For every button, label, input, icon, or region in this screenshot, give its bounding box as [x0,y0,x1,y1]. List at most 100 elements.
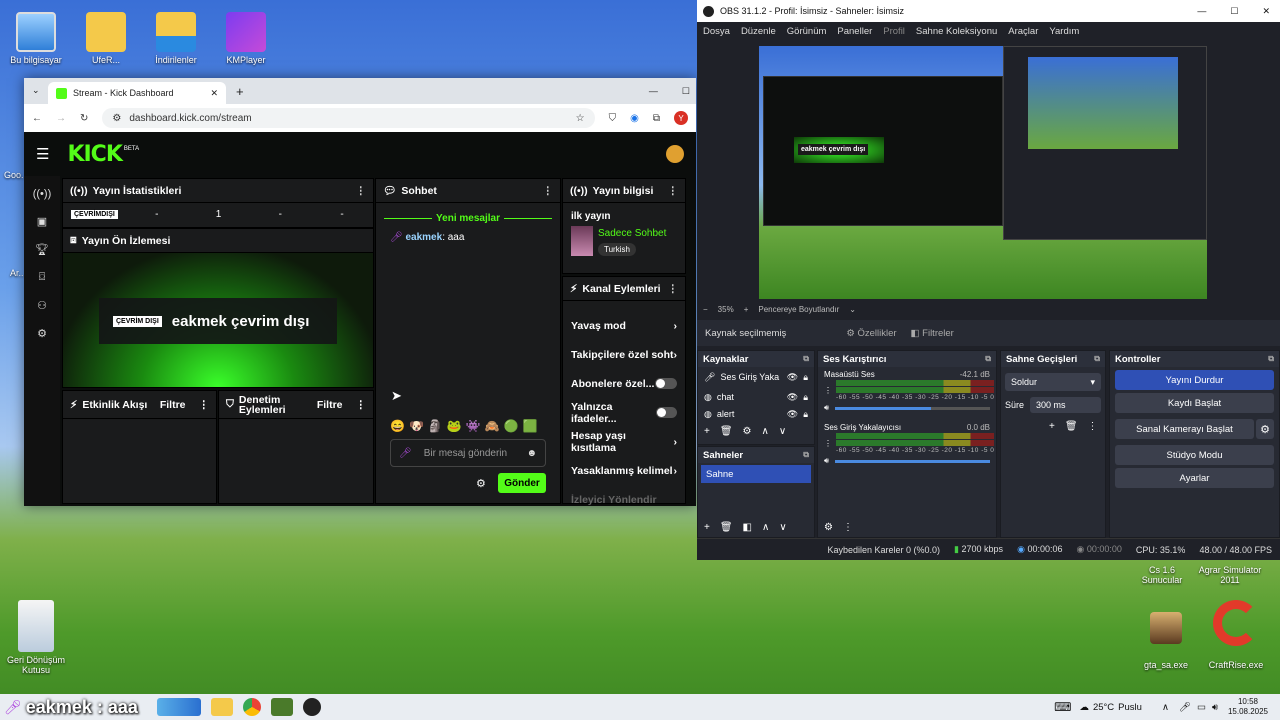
action-slow-mode[interactable]: Yavaş mod › [563,311,685,340]
mic-tray-icon[interactable]: 🎤︎ [1179,702,1191,713]
desktop-icon-gta[interactable]: gta_sa.exe [1134,612,1198,670]
undock-icon[interactable]: ⧉ [803,450,809,460]
add-scene-icon[interactable]: + [704,522,710,533]
send-button[interactable]: Gönder [498,473,546,493]
chat-input[interactable]: 🎤︎ Bir mesaj gönderin ☻ [390,439,546,467]
menu-edit[interactable]: Düzenle [741,26,776,37]
desktop-label-agrar[interactable]: Agrar Simulator 2011 [1198,565,1262,585]
transition-menu-icon[interactable]: ⋮ [1088,421,1098,432]
kick-logo[interactable]: KICK [67,142,122,167]
maximize-icon[interactable]: ☐ [682,86,690,97]
bookmark-star-icon[interactable]: ☆ [576,113,585,124]
close-tab-icon[interactable]: ✕ [210,88,218,99]
menu-view[interactable]: Görünüm [787,26,827,37]
emote-2[interactable]: 🐶 [409,419,424,433]
chevron-down-icon[interactable]: ⌄ [849,305,856,314]
desktop-icon-kmplayer[interactable]: KMPlayer [214,12,278,65]
tab-kick-dashboard[interactable]: Stream - Kick Dashboard ✕ [48,82,226,104]
menu-file[interactable]: Dosya [703,26,730,37]
emoji-icon[interactable]: ☻ [526,448,537,459]
scene-item[interactable]: Sahne [701,465,811,483]
maximize-icon[interactable]: ☐ [1230,6,1238,17]
move-down-icon[interactable]: ∨ [779,426,786,437]
minimize-icon[interactable]: — [1197,6,1206,16]
properties-button[interactable]: ⚙ Özellikler [846,328,896,339]
duration-input[interactable]: 300 ms [1030,397,1101,413]
action-subscribers-only[interactable]: Abonelere özel... [563,369,685,398]
hamburger-menu-icon[interactable]: ☰ [36,145,49,163]
widgets-icon[interactable] [156,698,201,716]
language-tag[interactable]: Turkish [598,243,636,256]
volume-slider-mic[interactable] [835,459,990,463]
desktop-icon-downloads[interactable]: İndirilenler [144,12,208,65]
eye-icon[interactable]: 👁︎ [787,372,798,383]
remove-scene-icon[interactable]: 🗑︎ [720,522,733,533]
desktop-icon-this-pc[interactable]: Bu bilgisayar [4,12,68,65]
source-item[interactable]: ◍ alert 👁︎ 🔒︎ [698,407,814,421]
filters-button[interactable]: ◧ Filtreler [911,328,954,339]
profile-avatar[interactable]: Y [674,111,688,125]
more-icon[interactable]: ⋮ [356,399,367,411]
move-up-icon[interactable]: ∧ [762,522,769,533]
add-transition-icon[interactable]: + [1049,421,1055,432]
site-info-icon[interactable]: ⚙ [112,113,121,124]
track-menu-icon[interactable]: ⋮ [824,439,832,448]
emote-7[interactable]: 🟢 [504,419,519,433]
tray-chevron-icon[interactable]: ∧ [1162,702,1169,713]
desktop-icon-folder-1[interactable]: UfeR... [74,12,138,65]
undock-icon[interactable]: ⧉ [1094,354,1100,364]
undock-icon[interactable]: ⧉ [1268,354,1274,364]
eye-icon[interactable]: 👁︎ [787,409,798,420]
virtual-camera-settings-icon[interactable]: ⚙ [1256,419,1274,439]
more-icon[interactable]: ⋮ [543,185,554,197]
action-emotes-only[interactable]: Yalnızca ifadeler... [563,398,685,427]
close-icon[interactable]: ✕ [1262,6,1270,17]
network-icon[interactable]: ▭ [1197,702,1206,713]
scene-filter-icon[interactable]: ◧ [743,522,752,533]
undock-icon[interactable]: ⧉ [985,354,991,364]
advanced-audio-icon[interactable]: ⚙ [824,522,833,533]
settings-button[interactable]: Ayarlar [1115,468,1274,488]
rail-stream-icon[interactable]: ((•)) [33,188,52,200]
menu-scene-collection[interactable]: Sahne Koleksiyonu [916,26,997,37]
desktop-icon-recycle-bin[interactable]: Geri Dönüşüm Kutusu [4,600,68,675]
rail-trophy-icon[interactable]: 🏆︎ [35,243,49,256]
obs-preview[interactable]: eakmek çevrim dışı [759,46,1207,299]
transition-select[interactable]: Soldur ▾ [1005,373,1101,391]
start-recording-button[interactable]: Kaydı Başlat [1115,393,1274,413]
mixer-menu-icon[interactable]: ⋮ [843,522,853,533]
more-icon[interactable]: ⋮ [668,185,679,197]
chrome-icon[interactable] [242,698,261,716]
source-settings-icon[interactable]: ⚙ [743,426,752,437]
rail-camera-icon[interactable]: ⌼ [39,271,46,284]
zoom-in-icon[interactable]: + [744,305,749,314]
user-avatar[interactable] [666,145,684,163]
subscribers-toggle[interactable] [655,378,677,389]
move-up-icon[interactable]: ∧ [762,426,769,437]
move-down-icon[interactable]: ∨ [779,522,786,533]
chat-settings-icon[interactable]: ⚙ [476,477,486,490]
remove-transition-icon[interactable]: 🗑︎ [1065,421,1078,432]
stop-streaming-button[interactable]: Yayını Durdur [1115,370,1274,390]
obs-icon[interactable] [302,698,321,716]
speaker-icon[interactable]: 🔊︎ [824,403,829,413]
action-banned-words[interactable]: Yasaklanmış kelimel › [563,456,685,485]
desktop-label-cs[interactable]: Cs 1.6 Sunucular [1130,565,1194,585]
reload-icon[interactable]: ↻ [80,113,88,124]
eye-icon[interactable]: 👁︎ [787,392,798,403]
emote-4[interactable]: 🐸 [447,419,462,433]
rail-settings-icon[interactable]: ⚙ [37,327,47,340]
lock-icon[interactable]: 🔒︎ [803,409,808,420]
fit-window-button[interactable]: Pencereye Boyutlandır [758,305,839,314]
forward-icon[interactable]: → [56,113,66,124]
emote-1[interactable]: 😄 [390,419,405,433]
action-host-redirect[interactable]: İzleyici Yönlendir [563,485,685,514]
desktop-icon-craftrise[interactable]: CraftRise.exe [1204,600,1268,670]
more-icon[interactable]: ⋮ [199,399,210,411]
onscreen-keyboard-icon[interactable]: ⌨ [1054,700,1071,714]
more-icon[interactable]: ⋮ [668,283,679,295]
menu-help[interactable]: Yardım [1049,26,1079,37]
rail-users-icon[interactable]: ⚇ [37,299,47,312]
start-virtual-camera-button[interactable]: Sanal Kamerayı Başlat [1115,419,1254,439]
tab-search-icon[interactable]: ⌄ [32,85,40,96]
